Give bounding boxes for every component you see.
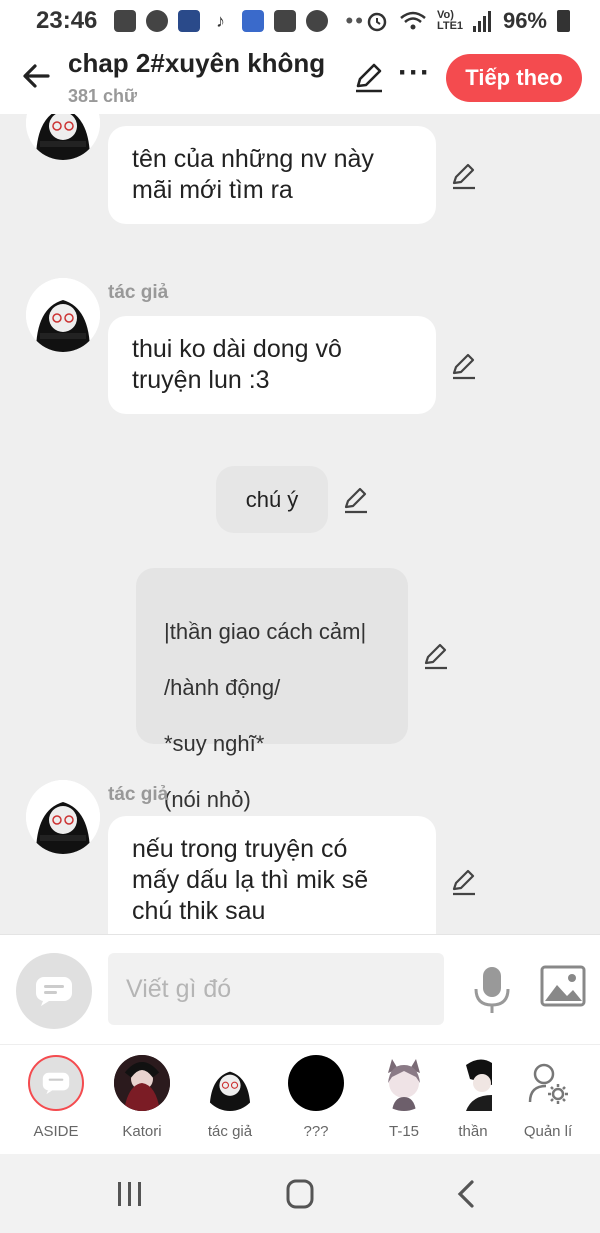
checkbox-app-icon xyxy=(273,10,296,32)
aside-toggle-button[interactable] xyxy=(16,953,92,1029)
chat-bubble-icon xyxy=(42,1072,70,1094)
author-avatar-image xyxy=(26,278,100,352)
character-name: ??? xyxy=(303,1123,329,1140)
character-t15[interactable]: T-15 xyxy=(364,1055,444,1140)
message-text: nếu trong truyện có xyxy=(132,835,348,863)
composer-bar xyxy=(0,934,600,1044)
back-arrow-icon[interactable] xyxy=(18,58,54,94)
character-name: ASIDE xyxy=(33,1123,79,1140)
edit-message-icon[interactable] xyxy=(450,352,478,380)
message-text: mấy dấu lạ thì mik sẽ xyxy=(132,866,369,894)
character-avatar xyxy=(288,1055,344,1111)
shopping-bag-icon xyxy=(113,10,136,32)
character-avatar xyxy=(520,1055,576,1111)
more-notifications-icon: •• xyxy=(345,8,365,33)
status-bar: 23:46 ♪ •• Vo) LTE1 96% xyxy=(0,0,600,42)
author-avatar-image xyxy=(26,114,100,160)
message-bubble[interactable]: tên của những nv này mãi mới tìm ra xyxy=(108,126,436,224)
character-avatar xyxy=(114,1055,170,1111)
network-label: Vo) LTE1 xyxy=(436,9,464,32)
character-katori[interactable]: Katori xyxy=(102,1055,182,1140)
character-name: thần xyxy=(458,1123,488,1140)
character-unknown[interactable]: ??? xyxy=(276,1055,356,1140)
avatar[interactable] xyxy=(26,278,100,352)
status-time: 23:46 xyxy=(36,7,98,34)
character-name: Quản lí xyxy=(523,1123,573,1140)
alarm-icon xyxy=(367,12,387,32)
system-navigation-bar xyxy=(0,1154,600,1233)
user-settings-icon xyxy=(528,1063,568,1104)
character-aside[interactable]: ASIDE xyxy=(16,1055,96,1140)
top-app-bar: chap 2#xuyên không 381 chữ ··· Tiếp theo xyxy=(0,42,600,114)
recent-apps-icon[interactable] xyxy=(110,1178,150,1210)
message-text: thui ko dài dong vô xyxy=(132,335,342,363)
message-text: chú ý xyxy=(245,487,299,512)
manage-characters-button[interactable]: Quản lí xyxy=(508,1055,588,1140)
message-text: (nói nhỏ) xyxy=(164,787,251,812)
message-bubble[interactable]: nếu trong truyện có mấy dấu lạ thì mik s… xyxy=(108,816,436,934)
chat-area: tên của những nv này mãi mới tìm ra tác … xyxy=(0,114,600,934)
narration-bubble[interactable]: |thần giao cách cảm| /hành động/ *suy ng… xyxy=(136,568,408,868)
next-chapter-button[interactable]: Tiếp theo xyxy=(446,54,582,102)
character-name: T-15 xyxy=(388,1123,419,1140)
character-than[interactable]: thần xyxy=(434,1055,512,1140)
edit-message-icon[interactable] xyxy=(342,486,370,514)
author-avatar-image xyxy=(202,1055,258,1111)
than-avatar-image xyxy=(462,1055,492,1111)
t15-avatar-image xyxy=(376,1055,432,1111)
word-count: 381 chữ xyxy=(68,86,138,106)
more-options-icon[interactable]: ··· xyxy=(398,56,431,90)
image-picker-icon[interactable] xyxy=(540,965,586,1009)
m-app-icon xyxy=(305,10,328,32)
battery-level: 96% xyxy=(502,8,547,33)
character-author[interactable]: tác giả xyxy=(190,1055,270,1140)
microphone-icon[interactable] xyxy=(470,965,514,1015)
vn-app-icon xyxy=(177,10,200,32)
edit-chapter-icon[interactable] xyxy=(352,60,386,94)
character-avatar xyxy=(462,1055,492,1111)
chat-bubble-icon xyxy=(36,977,72,1006)
back-nav-icon[interactable] xyxy=(448,1178,488,1210)
message-input[interactable] xyxy=(108,953,444,1025)
author-avatar-image xyxy=(26,780,100,854)
avatar[interactable] xyxy=(26,780,100,854)
character-avatar xyxy=(376,1055,432,1111)
message-text: tên của những nv này xyxy=(132,145,374,173)
edit-message-icon[interactable] xyxy=(450,868,478,896)
home-icon[interactable] xyxy=(280,1178,320,1210)
message-text: mãi mới tìm ra xyxy=(132,176,293,204)
avatar[interactable] xyxy=(26,114,100,160)
messenger-icon xyxy=(145,10,168,32)
sender-name: tác giả xyxy=(108,784,169,805)
message-text: /hành động/ xyxy=(164,675,281,700)
edit-message-icon[interactable] xyxy=(450,162,478,190)
message-bubble[interactable]: thui ko dài dong vô truyện lun :3 xyxy=(108,316,436,414)
signal-icon xyxy=(472,11,491,32)
narration-bubble[interactable]: chú ý xyxy=(216,466,328,533)
tiktok-icon: ♪ xyxy=(209,10,232,32)
character-selector: ASIDE Katori tác giả ??? T-15 thần Quản … xyxy=(0,1044,600,1154)
character-name: tác giả xyxy=(207,1123,253,1140)
sender-name: tác giả xyxy=(108,282,169,303)
message-text: truyện lun :3 xyxy=(132,366,270,394)
katori-avatar-image xyxy=(114,1055,170,1111)
wifi-icon xyxy=(400,11,426,30)
message-text: *suy nghĩ* xyxy=(164,731,265,756)
notification-icons: ♪ •• xyxy=(113,8,365,34)
edit-message-icon[interactable] xyxy=(422,642,450,670)
character-avatar xyxy=(28,1055,84,1111)
character-name: Katori xyxy=(122,1123,162,1140)
battery-icon xyxy=(557,10,570,32)
chapter-title: chap 2#xuyên không xyxy=(68,48,326,78)
shield-app-icon xyxy=(241,10,264,32)
character-avatar xyxy=(202,1055,258,1111)
message-text: |thần giao cách cảm| xyxy=(164,619,367,644)
message-text: chú thik sau xyxy=(132,897,266,925)
